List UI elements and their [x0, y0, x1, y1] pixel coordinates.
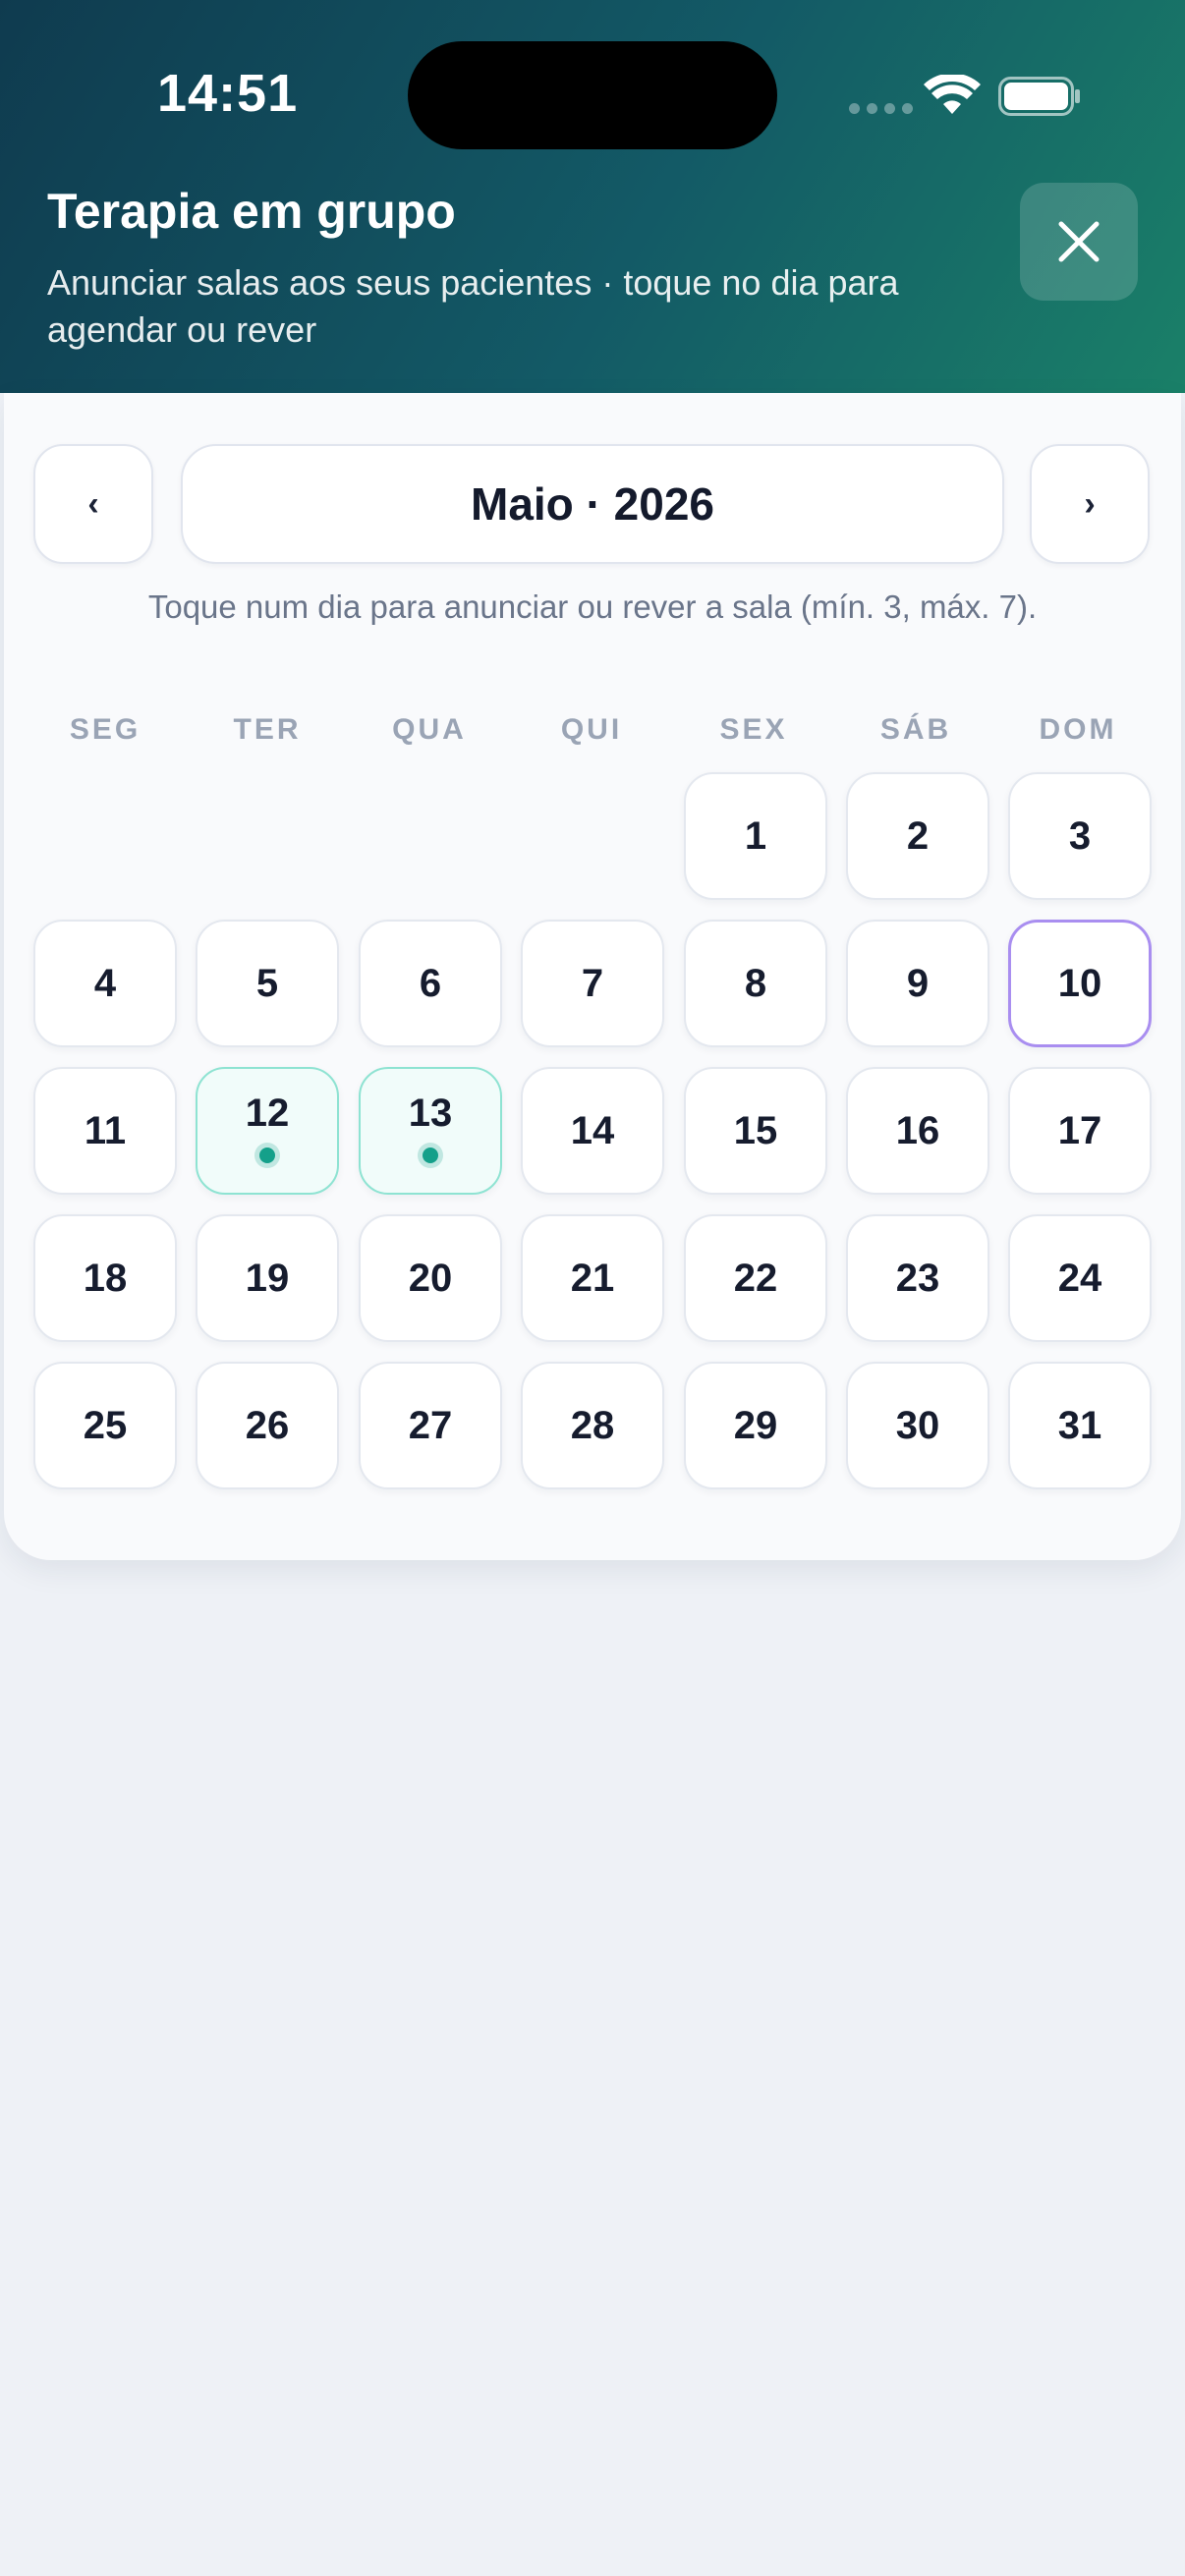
calendar-day-13[interactable]: 13: [359, 1067, 502, 1195]
battery-icon: [998, 77, 1080, 116]
page-subtitle: Anunciar salas aos seus pacientes · toqu…: [47, 262, 899, 350]
day-number: 8: [744, 961, 767, 1005]
calendar-day-20[interactable]: 20: [359, 1214, 502, 1342]
weekday-label: DOM: [1039, 713, 1117, 746]
day-number: 5: [255, 961, 279, 1005]
day-number: 9: [906, 961, 930, 1005]
calendar-day-11[interactable]: 11: [33, 1067, 177, 1195]
calendar-hint: Toque num dia para anunciar ou rever a s…: [147, 588, 1038, 625]
weekday-label: SÁB: [879, 713, 952, 746]
day-number: 16: [895, 1108, 940, 1152]
day-number: 6: [419, 961, 442, 1005]
calendar-day-21[interactable]: 21: [521, 1214, 664, 1342]
day-number: 14: [570, 1108, 615, 1152]
calendar-day-4[interactable]: 4: [33, 920, 177, 1047]
day-number: 3: [1068, 813, 1092, 858]
next-month-button[interactable]: ›: [1030, 444, 1150, 564]
day-number: 2: [906, 813, 930, 858]
calendar-day-2[interactable]: 2: [846, 772, 989, 900]
calendar-day-16[interactable]: 16: [846, 1067, 989, 1195]
month-selector[interactable]: Maio · 2026: [181, 444, 1004, 564]
status-time: 14:51: [157, 64, 299, 123]
weekday-label: SEX: [719, 713, 788, 746]
calendar-day-9[interactable]: 9: [846, 920, 989, 1047]
calendar-day-26[interactable]: 26: [196, 1362, 339, 1489]
day-number: 27: [408, 1403, 453, 1447]
calendar-day-22[interactable]: 22: [684, 1214, 827, 1342]
calendar-day-5[interactable]: 5: [196, 920, 339, 1047]
calendar-day-17[interactable]: 17: [1008, 1067, 1152, 1195]
calendar-day-1[interactable]: 1: [684, 772, 827, 900]
day-number: 29: [733, 1403, 778, 1447]
page-title: Terapia em grupo: [47, 184, 456, 239]
calendar-day-7[interactable]: 7: [521, 920, 664, 1047]
calendar-day-28[interactable]: 28: [521, 1362, 664, 1489]
session-indicator-dot: [259, 1147, 275, 1163]
calendar-day-25[interactable]: 25: [33, 1362, 177, 1489]
calendar-day-31[interactable]: 31: [1008, 1362, 1152, 1489]
calendar-day-24[interactable]: 24: [1008, 1214, 1152, 1342]
day-number: 10: [1057, 961, 1102, 1005]
day-number: 31: [1057, 1403, 1102, 1447]
day-number: 18: [83, 1256, 128, 1300]
calendar-day-27[interactable]: 27: [359, 1362, 502, 1489]
day-number: 21: [570, 1256, 615, 1300]
day-number: 15: [733, 1108, 778, 1152]
calendar-day-3[interactable]: 3: [1008, 772, 1152, 900]
calendar-day-8[interactable]: 8: [684, 920, 827, 1047]
day-number: 22: [733, 1256, 778, 1300]
calendar-day-23[interactable]: 23: [846, 1214, 989, 1342]
day-number: 20: [408, 1256, 453, 1300]
weekday-header: SEG TER QUA QUI SEX SÁB DOM: [33, 713, 1152, 747]
cellular-signal-icon: [849, 103, 913, 114]
day-number: 25: [83, 1403, 128, 1447]
day-number: 19: [245, 1256, 290, 1300]
day-number: 17: [1057, 1108, 1102, 1152]
calendar-day-18[interactable]: 18: [33, 1214, 177, 1342]
day-number: 24: [1057, 1256, 1102, 1300]
calendar-day-10[interactable]: 10: [1008, 920, 1152, 1047]
day-number: 30: [895, 1403, 940, 1447]
day-number: 1: [744, 813, 767, 858]
day-number: 13: [408, 1091, 453, 1135]
day-number: 4: [93, 961, 117, 1005]
calendar-day-29[interactable]: 29: [684, 1362, 827, 1489]
previous-month-button[interactable]: ‹: [33, 444, 153, 564]
day-number: 12: [245, 1091, 290, 1135]
calendar-day-15[interactable]: 15: [684, 1067, 827, 1195]
weekday-label: QUA: [392, 713, 467, 746]
day-number: 11: [84, 1108, 127, 1152]
weekday-label: SEG: [69, 713, 141, 746]
day-number: 23: [895, 1256, 940, 1300]
dynamic-island: [408, 41, 777, 149]
calendar-day-12[interactable]: 12: [196, 1067, 339, 1195]
day-number: 28: [570, 1403, 615, 1447]
day-number: 7: [581, 961, 604, 1005]
weekday-label: QUI: [560, 713, 623, 746]
calendar-day-19[interactable]: 19: [196, 1214, 339, 1342]
close-button[interactable]: [1020, 183, 1138, 301]
weekday-label: TER: [233, 713, 302, 746]
calendar-day-14[interactable]: 14: [521, 1067, 664, 1195]
wifi-icon: [924, 75, 981, 114]
close-icon: [1058, 221, 1100, 262]
day-number: 26: [245, 1403, 290, 1447]
session-indicator-dot: [423, 1147, 438, 1163]
calendar-day-30[interactable]: 30: [846, 1362, 989, 1489]
calendar-day-6[interactable]: 6: [359, 920, 502, 1047]
